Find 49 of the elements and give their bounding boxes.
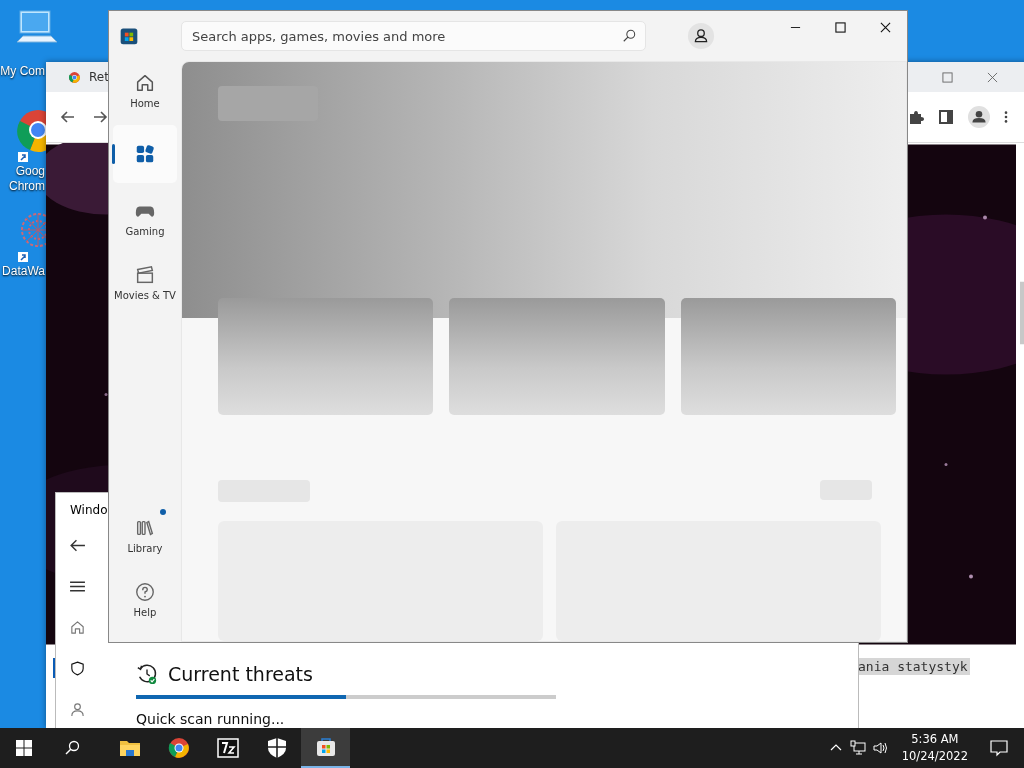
icon-label: Goog [15,164,45,179]
clapperboard-icon [134,263,156,286]
back-arrow-icon[interactable] [68,537,86,554]
search-field[interactable]: Search apps, games, movies and more [181,21,646,51]
forward-arrow-icon[interactable] [92,109,108,125]
shortcut-arrow-icon [18,252,28,262]
nav-item[interactable]: Movies & TV [113,253,177,311]
side-panel-icon[interactable] [938,109,954,125]
apps-icon [134,143,156,165]
profile-icon[interactable] [687,22,715,50]
archive-icon [215,736,240,760]
search-icon[interactable] [622,29,636,43]
chrome-icon [68,70,81,84]
close-icon[interactable] [880,22,891,33]
person-icon [68,701,86,718]
help-icon [134,580,156,603]
nav-item[interactable]: Library [113,506,177,564]
section-title: Current threats [168,663,313,685]
icon-label: Chrom [9,179,45,194]
scan-status: Quick scan running... [136,711,286,727]
selection-indicator [112,144,115,164]
nav-item[interactable]: Home [113,61,177,119]
volume-icon[interactable] [871,740,888,756]
network-icon[interactable] [849,740,866,756]
profile-icon[interactable] [968,106,990,128]
nav-item[interactable] [113,125,177,183]
nav-item[interactable]: Help [113,570,177,628]
home-icon [68,619,86,636]
nav-item[interactable]: Gaming [113,189,177,247]
more-icon[interactable] [1004,110,1008,124]
clock-check-icon [136,663,158,685]
icon-label: My Com [0,64,45,79]
chrome-icon [166,736,191,760]
maximize-icon[interactable] [835,22,846,33]
search-icon[interactable] [64,740,80,756]
shield-icon [68,660,86,677]
back-arrow-icon[interactable] [60,109,76,125]
puzzle-icon[interactable] [908,109,924,125]
icon-label: DataWa [2,264,45,279]
windows-start-icon[interactable] [16,740,32,756]
clock[interactable]: 5:36 AM 10/24/2022 [893,731,976,765]
shortcut-arrow-icon [18,152,28,162]
taskbar-button[interactable] [301,728,350,768]
code-text: ania statystyk [856,658,970,675]
selection-indicator [53,658,55,678]
window-title: Windo [70,503,108,517]
store-logo-icon [119,26,139,46]
notification-icon[interactable] [990,739,1008,757]
browser-tab[interactable]: Ret [46,70,109,84]
